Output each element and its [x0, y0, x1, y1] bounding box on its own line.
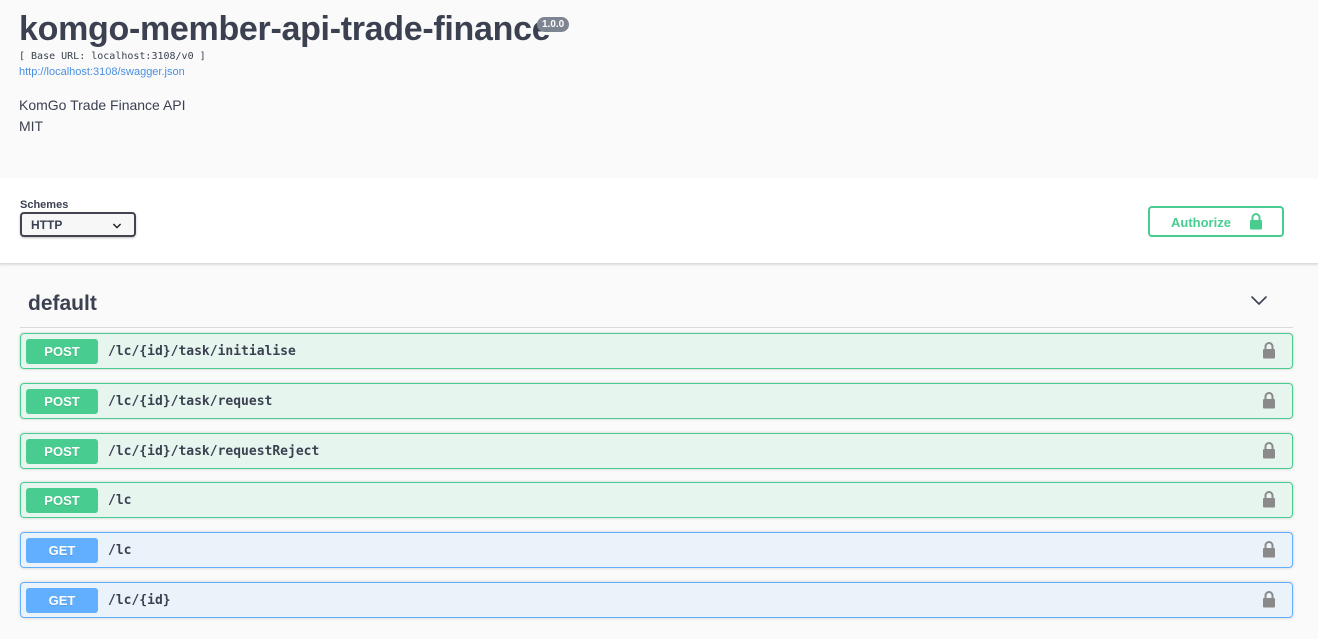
info-section: komgo-member-api-trade-finance 1.0.0 [ B…: [0, 0, 1318, 178]
chevron-down-icon: [113, 223, 121, 229]
lock-icon[interactable]: [1262, 491, 1276, 508]
operation-block[interactable]: POST /lc/{id}/task/initialise: [20, 333, 1293, 369]
license-text: MIT: [19, 118, 44, 134]
operation-block[interactable]: GET /lc: [20, 532, 1293, 568]
lock-icon[interactable]: [1262, 541, 1276, 558]
lock-icon[interactable]: [1262, 442, 1276, 459]
method-badge: POST: [26, 389, 98, 414]
chevron-down-icon[interactable]: [1250, 295, 1268, 307]
method-badge: GET: [26, 588, 98, 613]
operation-path: /lc: [108, 543, 132, 558]
operation-path: /lc/{id}: [108, 593, 171, 608]
tag-section-header[interactable]: default: [20, 285, 1293, 328]
operation-path: /lc/{id}/task/requestReject: [108, 444, 320, 459]
version-badge: 1.0.0: [537, 17, 570, 32]
api-description: KomGo Trade Finance API: [19, 97, 186, 113]
method-badge: GET: [26, 538, 98, 563]
operation-block[interactable]: POST /lc: [20, 482, 1293, 518]
authorize-label: Authorize: [1171, 215, 1231, 230]
lock-icon[interactable]: [1262, 392, 1276, 409]
tag-title: default: [28, 292, 97, 315]
method-badge: POST: [26, 488, 98, 513]
lock-icon[interactable]: [1262, 591, 1276, 608]
api-title: komgo-member-api-trade-finance: [19, 10, 551, 48]
scheme-container: Schemes HTTP Authorize: [0, 178, 1318, 264]
operation-path: /lc: [108, 493, 132, 508]
operation-block[interactable]: POST /lc/{id}/task/requestReject: [20, 433, 1293, 469]
operation-path: /lc/{id}/task/request: [108, 394, 273, 409]
operation-block[interactable]: POST /lc/{id}/task/request: [20, 383, 1293, 419]
method-badge: POST: [26, 439, 98, 464]
operation-path: /lc/{id}/task/initialise: [108, 344, 296, 359]
schemes-label: Schemes: [20, 199, 69, 211]
spec-link[interactable]: http://localhost:3108/swagger.json: [19, 66, 185, 78]
schemes-select[interactable]: HTTP: [20, 212, 136, 237]
lock-icon[interactable]: [1262, 342, 1276, 359]
operation-block[interactable]: GET /lc/{id}: [20, 582, 1293, 618]
method-badge: POST: [26, 339, 98, 364]
lock-icon: [1250, 213, 1262, 230]
base-url: [ Base URL: localhost:3108/v0 ]: [19, 51, 206, 62]
schemes-selected-value: HTTP: [31, 218, 63, 232]
authorize-button[interactable]: Authorize: [1148, 206, 1284, 237]
